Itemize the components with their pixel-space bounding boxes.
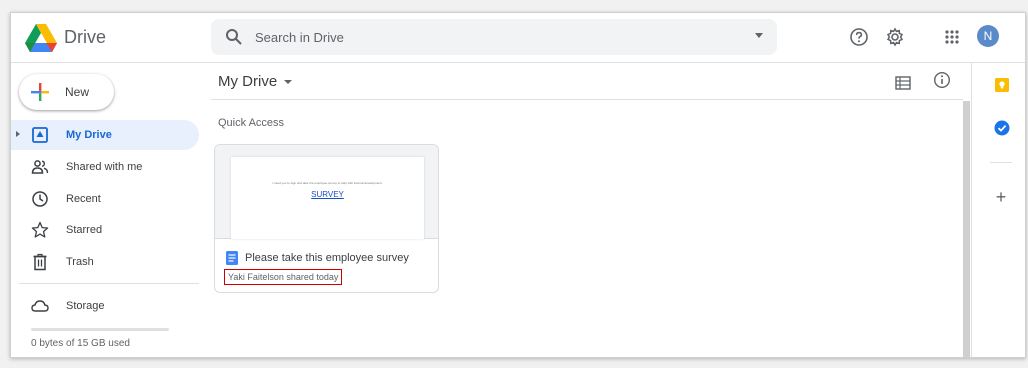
search-icon[interactable] <box>225 28 243 46</box>
sidebar-item-label: Recent <box>66 193 101 205</box>
new-button-label: New <box>65 85 90 99</box>
sidebar-item-trash[interactable]: Trash <box>11 247 199 277</box>
main-scrollbar[interactable] <box>963 101 970 357</box>
document-preview-page: I need you to sign and take the employee… <box>231 157 424 239</box>
people-icon <box>31 160 49 174</box>
sidebar-item-my-drive[interactable]: My Drive <box>11 120 199 150</box>
storage-used-text: 0 bytes of 15 GB used <box>31 338 130 349</box>
page-title[interactable]: My Drive <box>218 73 293 90</box>
file-thumbnail: I need you to sign and take the employee… <box>215 145 438 239</box>
chevron-down-icon[interactable] <box>284 80 293 85</box>
quick-access-heading: Quick Access <box>218 117 285 129</box>
file-shared-meta: Yaki Faitelson shared today <box>224 269 343 285</box>
search-input[interactable] <box>255 27 715 47</box>
sidebar-item-label: Shared with me <box>66 161 143 173</box>
sidebar-item-shared-with-me[interactable]: Shared with me <box>11 152 199 182</box>
apps-grid-icon[interactable] <box>942 27 962 47</box>
new-button[interactable]: New <box>19 74 114 110</box>
sidebar-item-storage[interactable]: Storage <box>11 291 199 321</box>
sidebar-item-label: Storage <box>66 300 105 312</box>
trash-icon <box>33 253 47 271</box>
drive-window: Drive N <box>10 12 1026 358</box>
tasks-icon[interactable] <box>994 120 1010 136</box>
settings-gear-icon[interactable] <box>885 27 905 47</box>
help-icon[interactable] <box>849 27 869 47</box>
main-header-divider <box>211 99 963 100</box>
top-bar: Drive N <box>11 13 1025 63</box>
preview-body-text: I need you to sign and take the employee… <box>272 181 383 185</box>
google-docs-icon <box>226 251 238 265</box>
search-options-dropdown-icon[interactable] <box>755 33 763 38</box>
quick-access-file-card[interactable]: I need you to sign and take the employee… <box>214 144 439 293</box>
info-icon[interactable] <box>933 71 951 89</box>
drive-brand-text: Drive <box>64 27 107 47</box>
side-panel-divider <box>990 162 1012 163</box>
preview-survey-link: SURVEY <box>311 190 344 199</box>
drive-logo-icon[interactable] <box>25 24 57 52</box>
clock-icon <box>32 191 48 207</box>
sidebar-divider <box>19 283 199 284</box>
sidebar-item-label: My Drive <box>66 129 112 141</box>
file-title: Please take this employee survey <box>245 252 409 264</box>
new-plus-icon <box>31 83 49 101</box>
sidebar-item-starred[interactable]: Starred <box>11 215 199 245</box>
sidebar-item-recent[interactable]: Recent <box>11 184 199 214</box>
sidebar-item-label: Starred <box>66 224 103 236</box>
account-avatar[interactable]: N <box>977 25 999 47</box>
add-addon-icon[interactable]: + <box>994 188 1008 206</box>
side-panel: + <box>971 63 1025 357</box>
search-bar[interactable] <box>211 19 777 55</box>
cloud-icon <box>31 300 49 312</box>
star-icon <box>31 221 49 238</box>
keep-icon[interactable] <box>994 77 1010 93</box>
page-title-text: My Drive <box>218 73 278 90</box>
storage-usage-bar <box>31 328 169 331</box>
sidebar-item-label: Trash <box>66 256 94 268</box>
my-drive-icon <box>32 127 48 143</box>
list-view-icon[interactable] <box>895 75 911 91</box>
expand-caret-icon[interactable] <box>16 131 20 137</box>
